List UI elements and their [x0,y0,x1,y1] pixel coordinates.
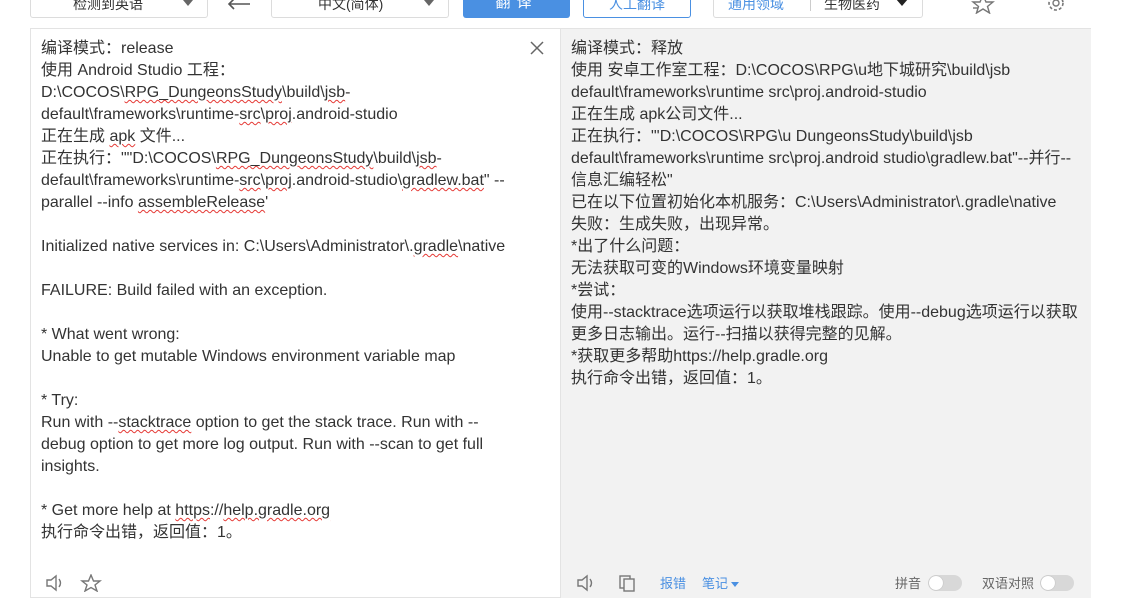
source-line: default\frameworks\runtime-src\proj.andr… [41,172,505,189]
toggle-knob [929,576,943,590]
translation-line: 编译模式：释放 [571,40,684,57]
source-line: * What went wrong: [41,326,180,343]
source-line [41,478,505,500]
source-line: 编译模式：release [41,40,174,57]
source-line: parallel --info assembleRelease' [41,194,269,211]
copy-icon[interactable] [617,574,639,592]
speaker-icon[interactable] [45,574,67,592]
source-text[interactable]: 编译模式：release 使用 Android Studio 工程： D:\CO… [41,38,505,544]
source-line: Run with --stacktrace option to get the … [41,414,479,431]
translation-line: 更多日志输出。运行--扫描以获得完整的见解。 [571,326,902,343]
translation-line: default\frameworks\runtime src\proj.andr… [571,84,927,101]
source-language-select[interactable]: 检测到英语 [30,0,208,18]
translation-result-panel: 编译模式：释放 使用 安卓工作室工程：D:\COCOS\RPG\u地下城研究\b… [561,28,1091,598]
pinyin-label: 拼音 [895,576,922,591]
translation-text: 编译模式：释放 使用 安卓工作室工程：D:\COCOS\RPG\u地下城研究\b… [571,38,1078,390]
source-text-panel[interactable]: 编译模式：release 使用 Android Studio 工程： D:\CO… [30,28,561,598]
source-line: insights. [41,458,100,475]
translation-line: 已在以下位置初始化本机服务：C:\Users\Administrator\.gr… [571,194,1057,211]
pinyin-toggle[interactable] [928,575,962,591]
translation-line: *出了什么问题： [571,238,690,255]
bilingual-label: 双语对照 [982,576,1035,591]
translation-line: 信息汇编轻松" [571,172,673,189]
translation-line: 使用 安卓工作室工程：D:\COCOS\RPG\u地下城研究\build\jsb [571,62,1011,79]
domain-divider [810,0,811,11]
gear-icon[interactable] [1043,0,1069,14]
translation-line: 正在生成 apk公司文件... [571,106,743,123]
source-line [41,258,505,280]
translation-line: *获取更多帮助https://help.gradle.org [571,348,828,365]
source-line: * Try: [41,392,79,409]
translation-line: 无法获取可变的Windows环境变量映射 [571,260,844,277]
source-line: * Get more help at https://help.gradle.o… [41,502,331,519]
source-line: Unable to get mutable Windows environmen… [41,348,456,365]
human-translate-button[interactable]: 人工翻译 [583,0,691,18]
domain-general-label[interactable]: 通用领域 [728,0,784,17]
source-line: 使用 Android Studio 工程： [41,62,235,79]
translation-line: default\frameworks\runtime src\proj.andr… [571,150,1072,167]
source-line: 执行命令出错，返回值：1。 [41,524,242,541]
swap-languages-icon[interactable] [226,0,252,12]
chevron-down-icon [424,0,434,6]
translation-line: *尝试： [571,282,626,299]
source-line: default\frameworks\runtime-src\proj.andr… [41,106,398,123]
domain-select[interactable]: 通用领域 生物医药 [713,0,923,18]
source-line: 正在执行：""D:\COCOS\RPG_DungeonsStudy\build\… [41,150,442,167]
chevron-down-icon [183,0,193,6]
source-line [41,368,505,390]
source-line [41,302,505,324]
note-link[interactable]: 笔记 [702,576,728,592]
translation-line: 正在执行："'D:\COCOS\RPG\u DungeonsStudy\buil… [571,128,973,145]
toggle-knob [1041,576,1055,590]
source-line: Initialized native services in: C:\Users… [41,238,506,255]
chevron-down-icon [896,0,908,6]
bilingual-toggle[interactable] [1040,575,1074,591]
translation-line: 失败：生成失败，出现异常。 [571,216,780,233]
translate-button[interactable]: 翻译 [463,0,570,18]
source-line: D:\COCOS\RPG_DungeonsStudy\build\jsb- [41,84,351,101]
source-line: 正在生成 apk 文件... [41,128,186,145]
translation-line: 使用--stacktrace选项运行以获取堆栈跟踪。使用--debug选项运行以… [571,304,1078,321]
star-icon[interactable] [80,574,102,592]
source-line: FAILURE: Build failed with an exception. [41,282,328,299]
favorite-star-icon[interactable] [970,0,996,14]
source-line [41,214,505,236]
source-language-label: 检测到英语 [73,0,143,12]
target-language-select[interactable]: 中文(简体) [271,0,449,18]
top-toolbar: 检测到英语 中文(简体) 翻译 人工翻译 通用领域 生物医药 [0,0,1139,28]
source-line: debug option to get more log output. Run… [41,436,484,453]
report-error-link[interactable]: 报错 [660,576,686,592]
domain-value-label: 生物医药 [824,0,880,12]
speaker-icon[interactable] [576,574,598,592]
close-icon[interactable] [530,41,544,55]
translation-line: 执行命令出错，返回值：1。 [571,370,772,387]
target-language-label: 中文(简体) [318,0,384,12]
